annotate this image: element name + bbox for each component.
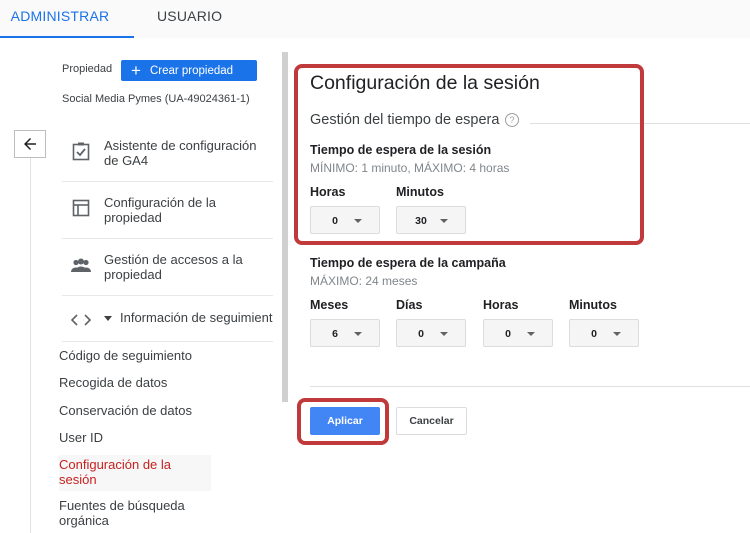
dropdown-arrow-icon bbox=[354, 219, 362, 223]
people-icon bbox=[70, 255, 92, 277]
tab-usuario[interactable]: USUARIO bbox=[157, 0, 222, 38]
campaign-months-label: Meses bbox=[310, 298, 349, 312]
section-divider bbox=[530, 123, 750, 124]
session-minutes-label: Minutos bbox=[396, 185, 444, 199]
session-hours-select[interactable]: 0 bbox=[310, 206, 380, 234]
sidebar-item-tracking-info[interactable]: Información de seguimiento bbox=[62, 296, 273, 342]
sidebar-subitem-session-settings[interactable]: Configuración de la sesión bbox=[59, 455, 211, 491]
sidebar-subitem-user-id[interactable]: User ID bbox=[59, 430, 211, 445]
page-title: Configuración de la sesión bbox=[310, 72, 540, 94]
cancel-button[interactable]: Cancelar bbox=[396, 407, 467, 435]
select-value: 0 bbox=[591, 328, 597, 340]
arrow-left-icon bbox=[24, 138, 36, 150]
sidebar-item-label: Asistente de configuración de GA4 bbox=[104, 138, 257, 168]
back-button[interactable] bbox=[14, 130, 46, 158]
session-hours-label: Horas bbox=[310, 185, 346, 199]
sidebar-item-label: Información de seguimiento bbox=[120, 310, 273, 325]
property-selector[interactable]: Social Media Pymes (UA-49024361-1) bbox=[62, 93, 250, 105]
sidebar-item-label: Gestión de accesos a la propiedad bbox=[104, 252, 243, 282]
campaign-minutes-label: Minutos bbox=[569, 298, 617, 312]
campaign-days-select[interactable]: 0 bbox=[396, 319, 466, 347]
dropdown-arrow-icon bbox=[440, 219, 448, 223]
column-divider bbox=[30, 155, 31, 533]
apply-button[interactable]: Aplicar bbox=[310, 407, 380, 435]
campaign-days-label: Días bbox=[396, 298, 423, 312]
campaign-hours-label: Horas bbox=[483, 298, 519, 312]
tab-administrar[interactable]: ADMINISTRAR bbox=[0, 0, 134, 38]
select-value: 0 bbox=[332, 215, 338, 227]
select-value: 0 bbox=[418, 328, 424, 340]
campaign-hours-select[interactable]: 0 bbox=[483, 319, 553, 347]
sidebar-item-property-settings[interactable]: Configuración de la propiedad bbox=[62, 182, 273, 239]
select-value: 6 bbox=[332, 328, 338, 340]
dropdown-arrow-icon bbox=[354, 332, 362, 336]
select-value: 0 bbox=[505, 328, 511, 340]
dropdown-arrow-icon bbox=[613, 332, 621, 336]
footer-divider bbox=[310, 386, 750, 387]
sidebar-item-ga4-setup-assistant[interactable]: Asistente de configuración de GA4 bbox=[62, 125, 273, 182]
session-minutes-select[interactable]: 30 bbox=[396, 206, 466, 234]
dropdown-arrow-icon bbox=[440, 332, 448, 336]
create-property-button[interactable]: + Crear propiedad bbox=[121, 60, 257, 81]
help-icon[interactable]: ? bbox=[505, 113, 519, 127]
top-tab-bar: ADMINISTRAR USUARIO bbox=[0, 0, 750, 38]
sidebar-subitem-tracking-code[interactable]: Código de seguimiento bbox=[59, 348, 211, 363]
checklist-icon bbox=[70, 140, 92, 162]
property-label: Propiedad bbox=[62, 63, 113, 75]
property-settings-icon bbox=[70, 197, 92, 219]
dropdown-arrow-icon bbox=[527, 332, 535, 336]
campaign-minutes-select[interactable]: 0 bbox=[569, 319, 639, 347]
code-icon bbox=[70, 309, 92, 331]
sidebar-item-property-access[interactable]: Gestión de accesos a la propiedad bbox=[62, 239, 273, 296]
sidebar-subitem-organic-search-sources[interactable]: Fuentes de búsqueda orgánica bbox=[59, 498, 211, 528]
create-property-label: Crear propiedad bbox=[149, 64, 234, 77]
plus-icon: + bbox=[131, 61, 141, 80]
session-timeout-hint: MÍNIMO: 1 minuto, MÁXIMO: 4 horas bbox=[310, 161, 510, 175]
caret-down-icon bbox=[104, 316, 112, 321]
campaign-months-select[interactable]: 6 bbox=[310, 319, 380, 347]
campaign-timeout-hint: MÁXIMO: 24 meses bbox=[310, 274, 418, 288]
select-value: 30 bbox=[415, 215, 427, 227]
sidebar-subitem-data-collection[interactable]: Recogida de datos bbox=[59, 375, 211, 390]
scrollbar[interactable] bbox=[282, 52, 288, 402]
sidebar-subitem-data-retention[interactable]: Conservación de datos bbox=[59, 403, 211, 418]
sidebar-item-label: Configuración de la propiedad bbox=[104, 195, 217, 225]
sidebar: Asistente de configuración de GA4 Config… bbox=[62, 125, 273, 342]
campaign-timeout-title: Tiempo de espera de la campaña bbox=[310, 256, 506, 270]
session-timeout-title: Tiempo de espera de la sesión bbox=[310, 143, 492, 157]
section-title: Gestión del tiempo de espera bbox=[310, 112, 500, 128]
